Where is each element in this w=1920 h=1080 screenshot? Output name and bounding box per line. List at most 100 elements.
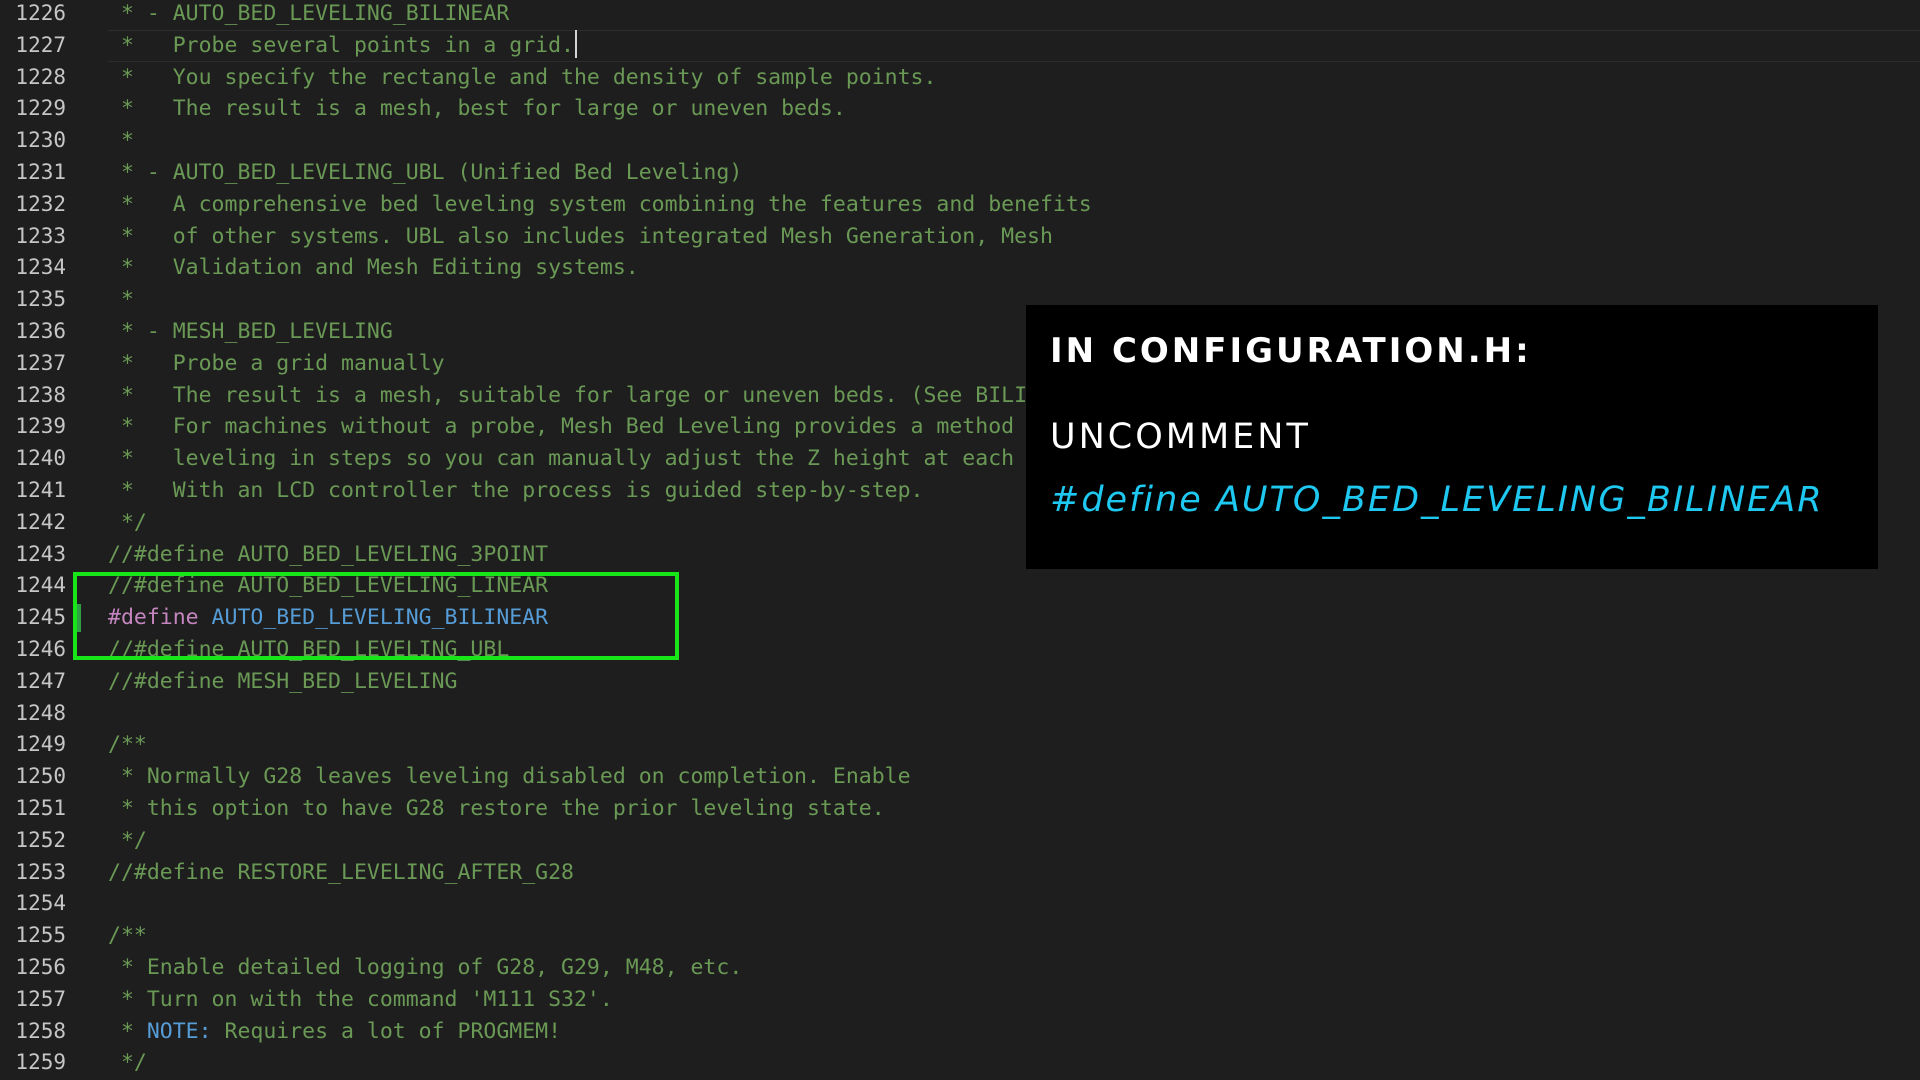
line-number: 1234 (15, 255, 66, 280)
code-line[interactable]: 1259 */ (0, 1047, 1920, 1079)
line-code[interactable]: */ (108, 825, 147, 857)
code-line[interactable]: 1251 * this option to have G28 restore t… (0, 793, 1920, 825)
code-token: * (108, 287, 134, 313)
line-code[interactable]: * With an LCD controller the process is … (108, 475, 924, 507)
line-number: 1246 (15, 637, 66, 661)
code-line[interactable]: 1247 //#define MESH_BED_LEVELING (0, 666, 1920, 698)
line-code[interactable]: * Turn on with the command 'M111 S32'. (108, 984, 613, 1016)
line-number: 1241 (15, 478, 66, 502)
code-line[interactable]: 1256 * Enable detailed logging of G28, G… (0, 952, 1920, 984)
line-code[interactable]: /** (108, 729, 147, 761)
code-line[interactable]: 1227 * Probe several points in a grid. (0, 29, 1920, 62)
line-code[interactable]: * of other systems. UBL also includes in… (108, 221, 1053, 253)
line-number: 1228 (15, 64, 66, 89)
line-code[interactable]: * - MESH_BED_LEVELING (108, 316, 393, 348)
line-code[interactable]: * - AUTO_BED_LEVELING_UBL (Unified Bed L… (108, 157, 742, 189)
code-line[interactable]: 1229 * The result is a mesh, best for la… (0, 93, 1920, 125)
code-line[interactable]: 1253 //#define RESTORE_LEVELING_AFTER_G28 (0, 857, 1920, 889)
code-token: /** (108, 732, 147, 758)
code-line[interactable]: 1234 * Validation and Mesh Editing syste… (0, 252, 1920, 284)
code-token: * With an LCD controller the process is … (108, 478, 924, 503)
code-token: */ (108, 509, 147, 535)
code-line[interactable]: 1258 * NOTE: Requires a lot of PROGMEM! (0, 1016, 1920, 1048)
line-number: 1251 (15, 796, 66, 820)
line-number: 1257 (15, 986, 66, 1011)
line-number: 1247 (15, 668, 66, 693)
line-number: 1236 (15, 319, 66, 343)
line-code[interactable]: * Enable detailed logging of G28, G29, M… (108, 952, 742, 984)
code-line[interactable]: 1233 * of other systems. UBL also includ… (0, 221, 1920, 253)
line-number: 1250 (15, 764, 66, 789)
line-number: 1235 (15, 287, 66, 312)
line-code[interactable]: //#define AUTO_BED_LEVELING_3POINT (108, 539, 548, 571)
code-line[interactable]: 1232 * A comprehensive bed leveling syst… (0, 189, 1920, 221)
overlay-title: IN CONFIGURATION.H: (1050, 331, 1532, 371)
line-number: 1237 (15, 350, 66, 375)
line-code[interactable]: /** (108, 920, 147, 952)
line-code[interactable]: * (108, 125, 134, 157)
line-number: 1238 (15, 382, 66, 407)
line-code[interactable]: * Probe several points in a grid. (108, 29, 577, 62)
line-code[interactable]: * A comprehensive bed leveling system co… (108, 189, 1092, 221)
code-token: * Probe a grid manually (108, 350, 445, 376)
code-line[interactable]: 1228 * You specify the rectangle and the… (0, 62, 1920, 94)
line-number: 1243 (15, 541, 66, 566)
code-line[interactable]: 1254 (0, 888, 1920, 920)
code-token: * Probe several points in a grid. (108, 32, 574, 58)
line-number: 1233 (15, 223, 66, 248)
line-number: 1256 (15, 955, 66, 979)
line-code[interactable]: * Validation and Mesh Editing systems. (108, 252, 639, 284)
line-number: 1232 (15, 191, 66, 216)
code-line[interactable]: 1231 * - AUTO_BED_LEVELING_UBL (Unified … (0, 157, 1920, 189)
code-token: * For machines without a probe, Mesh Bed… (108, 414, 1053, 440)
line-code[interactable]: * The result is a mesh, best for large o… (108, 93, 846, 125)
line-number: 1245 (15, 605, 66, 630)
code-token: //#define MESH_BED_LEVELING (108, 668, 458, 694)
line-number: 1244 (15, 573, 66, 598)
line-number: 1259 (15, 1050, 66, 1075)
code-token: * Normally G28 leaves leveling disabled … (108, 764, 911, 790)
overlay-code: #define AUTO_BED_LEVELING_BILINEAR (1050, 480, 1824, 520)
code-line[interactable]: 1230 * (0, 125, 1920, 157)
line-code[interactable]: * You specify the rectangle and the dens… (108, 62, 936, 94)
line-code[interactable]: * this option to have G28 restore the pr… (108, 793, 885, 825)
code-line[interactable]: 1255 /** (0, 920, 1920, 952)
code-line[interactable]: 1248 (0, 698, 1920, 730)
line-code[interactable]: * NOTE: Requires a lot of PROGMEM! (108, 1016, 561, 1048)
line-code[interactable]: * leveling in steps so you can manually … (108, 443, 1169, 475)
code-token: //#define RESTORE_LEVELING_AFTER_G28 (108, 859, 574, 885)
line-number: 1229 (15, 96, 66, 121)
line-code[interactable]: * (108, 284, 134, 316)
code-token: */ (108, 827, 147, 853)
code-token: /** (108, 923, 147, 949)
code-token: NOTE: (146, 1018, 212, 1044)
code-token: * - MESH_BED_LEVELING (108, 319, 393, 344)
overlay-action: UNCOMMENT (1050, 417, 1311, 457)
code-token: * - AUTO_BED_LEVELING_UBL (Unified Bed L… (108, 160, 743, 185)
line-code[interactable]: */ (108, 507, 147, 539)
line-code[interactable]: * Probe a grid manually (108, 348, 445, 380)
code-token: Requires a lot of PROGMEM! (211, 1018, 562, 1044)
line-code[interactable]: */ (108, 1047, 147, 1079)
code-token: * The result is a mesh, suitable for lar… (108, 382, 1105, 408)
code-token: * (108, 128, 134, 154)
code-token: * (108, 1018, 147, 1044)
line-number: 1227 (15, 32, 66, 57)
code-token: * Turn on with the command 'M111 S32'. (108, 986, 613, 1012)
line-code[interactable]: //#define RESTORE_LEVELING_AFTER_G28 (108, 857, 574, 889)
line-number: 1248 (15, 700, 66, 725)
line-code[interactable]: * The result is a mesh, suitable for lar… (108, 380, 1105, 412)
line-number: 1254 (15, 891, 66, 916)
code-line[interactable]: 1257 * Turn on with the command 'M111 S3… (0, 984, 1920, 1016)
code-line[interactable]: 1250 * Normally G28 leaves leveling disa… (0, 761, 1920, 793)
code-token: */ (108, 1050, 147, 1076)
line-code[interactable]: * For machines without a probe, Mesh Bed… (108, 411, 1053, 443)
code-line[interactable]: 1252 */ (0, 825, 1920, 857)
line-code[interactable]: * Normally G28 leaves leveling disabled … (108, 761, 911, 793)
code-line[interactable]: 1226 * - AUTO_BED_LEVELING_BILINEAR (0, 0, 1920, 30)
code-token: * leveling in steps so you can manually … (108, 446, 1170, 472)
code-line[interactable]: 1249 /** (0, 729, 1920, 761)
code-token: * Enable detailed logging of G28, G29, M… (108, 955, 743, 980)
line-code[interactable]: //#define MESH_BED_LEVELING (108, 666, 458, 698)
line-code[interactable]: * - AUTO_BED_LEVELING_BILINEAR (108, 0, 509, 30)
